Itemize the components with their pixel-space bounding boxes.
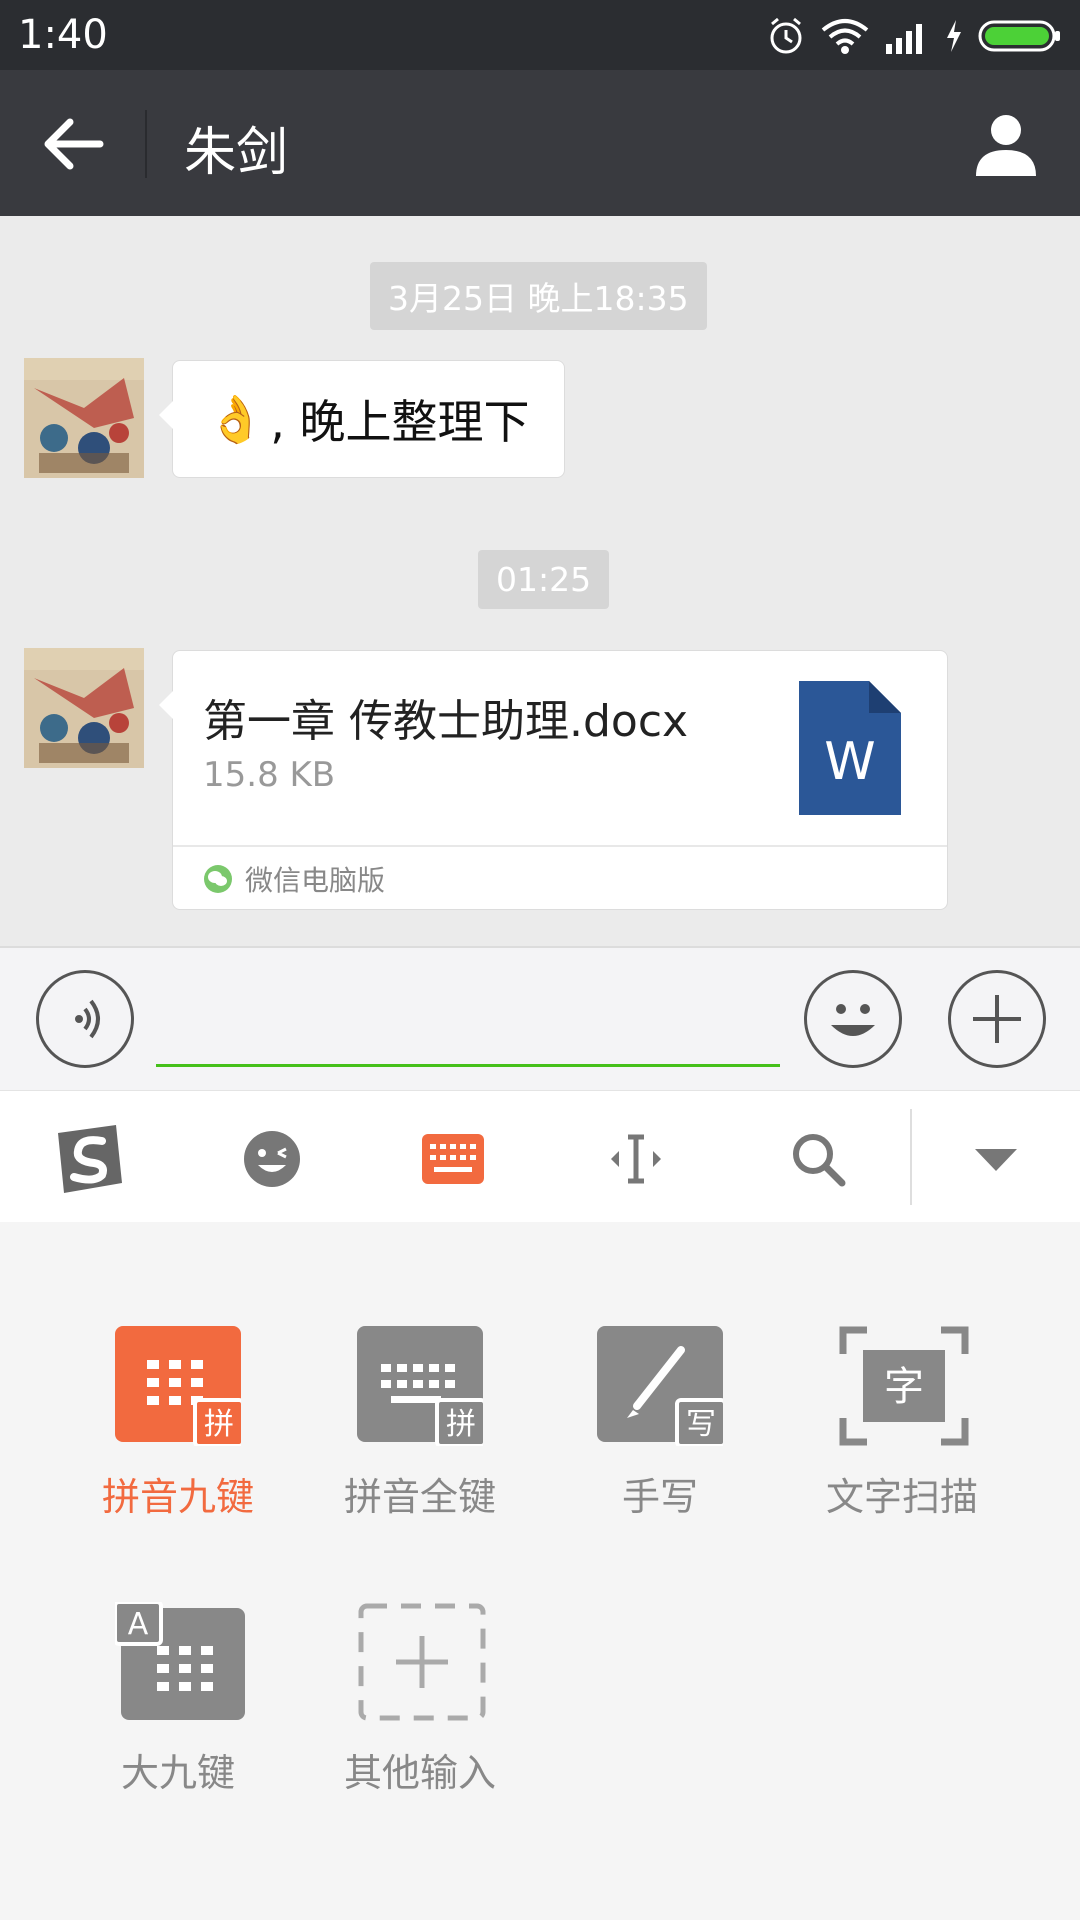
input-bar	[0, 946, 1080, 1092]
ime-option-big-9key[interactable]: A 大九键	[78, 1600, 278, 1797]
ime-badge: 拼	[446, 1407, 476, 1442]
message-input[interactable]	[156, 992, 784, 1060]
toolbar-separator	[910, 1109, 912, 1205]
status-bar: 1:40	[0, 0, 1080, 70]
avatar[interactable]	[24, 648, 144, 768]
ime-option-label: 拼音全键	[343, 1475, 496, 1519]
ime-option-pinyin-9key[interactable]: 拼 拼音九键	[78, 1326, 278, 1521]
ime-badge: 拼	[204, 1407, 234, 1442]
file-source: 微信电脑版	[203, 859, 385, 899]
status-icons	[766, 14, 1062, 58]
file-source-label: 微信电脑版	[245, 864, 386, 897]
add-input-icon	[357, 1602, 486, 1722]
handwriting-icon: 写	[597, 1326, 727, 1448]
chevron-down-icon	[975, 1149, 1017, 1171]
avatar[interactable]	[24, 358, 144, 478]
avatar-image	[24, 358, 144, 478]
ime-option-handwriting[interactable]: 写 手写	[560, 1326, 760, 1521]
emoji-button[interactable]	[804, 970, 902, 1068]
more-button[interactable]	[948, 970, 1046, 1068]
text-scan-icon: 字	[839, 1326, 969, 1446]
message-text: , 晚上整理下	[270, 395, 530, 449]
input-underline	[156, 1064, 780, 1067]
word-file-icon: W	[799, 681, 901, 815]
title-bar: 朱剑	[0, 70, 1080, 216]
word-icon-letter: W	[824, 732, 875, 792]
ime-badge: 写	[686, 1407, 716, 1442]
sogou-logo-icon	[58, 1125, 122, 1193]
ime-option-label: 大九键	[120, 1751, 235, 1795]
hide-keyboard-button[interactable]	[956, 1119, 1036, 1199]
charging-icon	[947, 20, 961, 52]
ime-option-text-scan[interactable]: 字 文字扫描	[802, 1326, 1002, 1521]
plus-icon	[973, 995, 1021, 1043]
emoji-panel-button[interactable]	[232, 1119, 312, 1199]
ime-badge: 字	[884, 1364, 924, 1410]
ime-option-label: 其他输入	[343, 1751, 496, 1795]
ime-option-pinyin-full[interactable]: 拼 拼音全键	[320, 1326, 520, 1521]
keyboard-icon	[422, 1134, 484, 1184]
ime-badge: A	[128, 1607, 149, 1642]
avatar-image	[24, 648, 144, 768]
pinyin-9key-icon: 拼	[115, 1326, 245, 1448]
voice-icon	[75, 999, 100, 1039]
cursor-move-button[interactable]	[596, 1119, 676, 1199]
smiley-icon	[831, 1004, 875, 1036]
wechat-icon	[204, 865, 232, 893]
chat-title: 朱剑	[184, 123, 289, 183]
file-size: 15.8 KB	[203, 755, 336, 795]
voice-input-button[interactable]	[36, 970, 134, 1068]
ok-hand-emoji: 👌	[207, 391, 265, 446]
search-icon	[793, 1134, 846, 1187]
ime-option-label: 手写	[621, 1475, 698, 1519]
ime-toolbar	[0, 1090, 1080, 1223]
timestamp: 01:25	[478, 550, 610, 609]
wink-face-icon	[244, 1131, 300, 1187]
timestamp: 3月25日 晚上18:35	[370, 262, 707, 330]
ime-options-panel: 拼 拼音九键 拼 拼音全键 写 手写 字 文字扫描 A 大九键 其他输入	[0, 1222, 1080, 1920]
file-name: 第一章 传教士助理.docx	[203, 696, 689, 747]
sogou-logo-button[interactable]	[50, 1119, 130, 1199]
alarm-icon	[770, 17, 802, 54]
file-message-card[interactable]: 第一章 传教士助理.docx 15.8 KB W 微信电脑版	[159, 650, 948, 910]
back-arrow-icon[interactable]	[40, 114, 110, 174]
keyboard-switch-button[interactable]	[413, 1119, 493, 1199]
big-9key-icon: A	[113, 1600, 245, 1722]
file-card-divider	[173, 845, 947, 847]
ime-option-other[interactable]: 其他输入	[320, 1602, 520, 1797]
ime-option-label: 文字扫描	[825, 1475, 978, 1519]
pinyin-full-keyboard-icon: 拼	[357, 1326, 487, 1448]
battery-icon	[978, 20, 1060, 52]
wifi-icon	[821, 19, 869, 54]
chat-area: 3月25日 晚上18:35 👌 , 晚上整理下 01:25 第一章 传教士助理.…	[0, 216, 1080, 946]
title-separator	[145, 110, 147, 178]
cursor-icon	[611, 1134, 661, 1184]
signal-icon	[886, 24, 922, 54]
ime-option-label: 拼音九键	[101, 1475, 254, 1519]
profile-icon[interactable]	[972, 110, 1040, 178]
text-message-bubble[interactable]: 👌 , 晚上整理下	[159, 360, 565, 478]
search-button[interactable]	[778, 1119, 858, 1199]
status-time: 1:40	[18, 12, 108, 58]
